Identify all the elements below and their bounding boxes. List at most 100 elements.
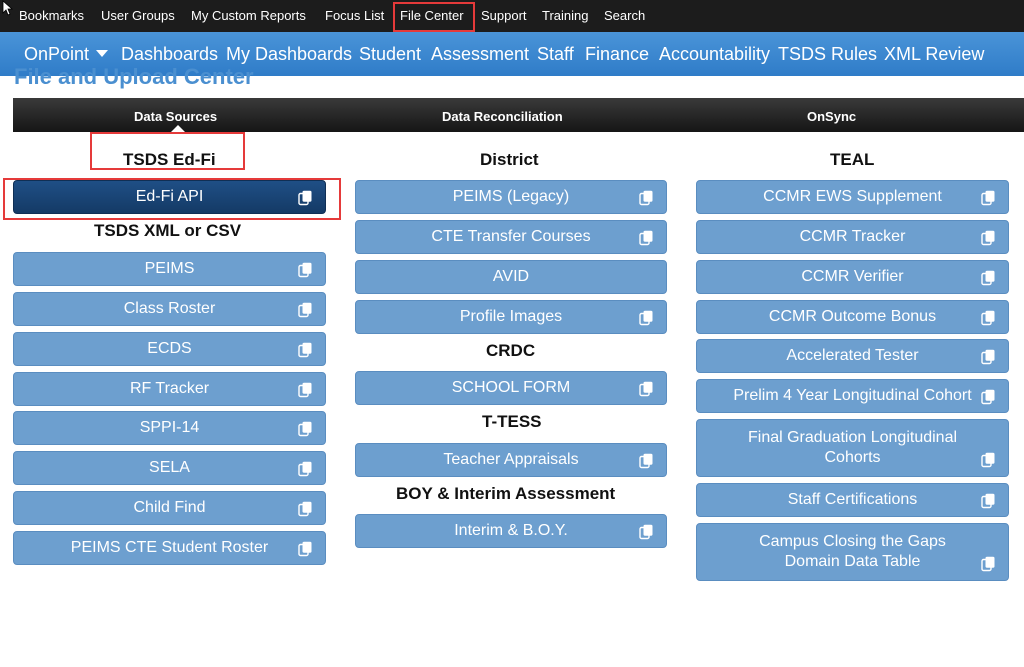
sppi-14-button[interactable]: SPPI-14 [13,411,326,445]
copy-icon [981,270,995,286]
nav-onpoint[interactable]: OnPoint [24,44,89,65]
tsds-edfi-highlight [90,132,245,170]
heading-boy-interim: BOY & Interim Assessment [396,484,616,503]
copy-icon [298,382,312,398]
button-label: Child Find [133,499,206,516]
copy-icon [298,302,312,318]
menu-my-custom-reports[interactable]: My Custom Reports [191,8,306,23]
button-label: CCMR Tracker [799,228,906,245]
nav-accountability[interactable]: Accountability [659,44,770,65]
menu-user-groups[interactable]: User Groups [101,8,175,23]
teacher-appraisals-button[interactable]: Teacher Appraisals [355,443,667,477]
button-label: CCMR Outcome Bonus [768,308,937,325]
nav-my-dashboards[interactable]: My Dashboards [226,44,352,65]
ccmr-outcome-bonus-button[interactable]: CCMR Outcome Bonus [696,300,1009,334]
copy-icon [639,190,653,206]
copy-icon [981,452,995,468]
peims-legacy-button[interactable]: PEIMS (Legacy) [355,180,667,214]
peims-cte-student-roster-button[interactable]: PEIMS CTE Student Roster [13,531,326,565]
mouse-cursor-icon [2,0,14,16]
button-label: SPPI-14 [139,419,200,436]
button-label: Campus Closing the Gaps Domain Data Tabl… [759,533,946,570]
button-label: CCMR Verifier [801,268,904,285]
button-label: ECDS [147,340,192,357]
copy-icon [981,389,995,405]
peims-button[interactable]: PEIMS [13,252,326,286]
button-label: PEIMS [144,260,195,277]
nav-assessment[interactable]: Assessment [431,44,529,65]
copy-icon [981,190,995,206]
copy-icon [298,461,312,477]
copy-icon [981,349,995,365]
closing-the-gaps-button[interactable]: Campus Closing the Gaps Domain Data Tabl… [696,523,1009,581]
prelim-4-year-cohort-button[interactable]: Prelim 4 Year Longitudinal Cohort [696,379,1009,413]
avid-button[interactable]: AVID [355,260,667,294]
rf-tracker-button[interactable]: RF Tracker [13,372,326,406]
nav-dashboards[interactable]: Dashboards [121,44,218,65]
button-label: PEIMS CTE Student Roster [70,539,269,556]
tab-onsync[interactable]: OnSync [807,109,856,124]
ecds-button[interactable]: ECDS [13,332,326,366]
heading-tsds-xml-csv: TSDS XML or CSV [94,221,242,240]
copy-icon [298,421,312,437]
file-center-highlight [393,2,475,32]
copy-icon [639,524,653,540]
school-form-button[interactable]: SCHOOL FORM [355,371,667,405]
button-label: SCHOOL FORM [451,379,571,396]
tab-strip: Data Sources Data Reconciliation OnSync [13,98,1024,132]
tab-data-reconciliation[interactable]: Data Reconciliation [442,109,563,124]
button-label: CCMR EWS Supplement [763,188,942,205]
button-label: CTE Transfer Courses [431,228,591,245]
heading-teal: TEAL [830,150,875,169]
heading-t-tess: T-TESS [482,412,542,431]
profile-images-button[interactable]: Profile Images [355,300,667,334]
nav-tsds-rules[interactable]: TSDS Rules [778,44,877,65]
cte-transfer-courses-button[interactable]: CTE Transfer Courses [355,220,667,254]
button-label: PEIMS (Legacy) [452,188,570,205]
copy-icon [639,230,653,246]
chevron-down-icon[interactable] [96,50,108,57]
menu-focus-list[interactable]: Focus List [325,8,384,23]
button-label: Staff Certifications [787,491,918,508]
accelerated-tester-button[interactable]: Accelerated Tester [696,339,1009,373]
final-graduation-cohorts-button[interactable]: Final Graduation Longitudinal Cohorts [696,419,1009,477]
sela-button[interactable]: SELA [13,451,326,485]
button-label: Profile Images [459,308,563,325]
copy-icon [639,310,653,326]
copy-icon [639,381,653,397]
active-tab-pointer [171,125,185,132]
copy-icon [298,342,312,358]
ccmr-tracker-button[interactable]: CCMR Tracker [696,220,1009,254]
tab-data-sources[interactable]: Data Sources [134,109,217,124]
staff-certifications-button[interactable]: Staff Certifications [696,483,1009,517]
class-roster-button[interactable]: Class Roster [13,292,326,326]
button-label: SELA [149,459,190,476]
nav-student[interactable]: Student [359,44,421,65]
button-label: Class Roster [123,300,216,317]
button-label: Interim & B.O.Y. [454,522,568,539]
menu-training[interactable]: Training [542,8,588,23]
copy-icon [298,541,312,557]
button-label: AVID [492,268,530,285]
nav-xml-review[interactable]: XML Review [884,44,984,65]
menu-bookmarks[interactable]: Bookmarks [19,8,84,23]
button-label: Prelim 4 Year Longitudinal Cohort [733,387,972,404]
ccmr-ews-supplement-button[interactable]: CCMR EWS Supplement [696,180,1009,214]
ccmr-verifier-button[interactable]: CCMR Verifier [696,260,1009,294]
button-label: Teacher Appraisals [443,451,579,468]
nav-staff[interactable]: Staff [537,44,574,65]
copy-icon [981,310,995,326]
top-menu-bar: Bookmarks User Groups My Custom Reports … [0,0,1024,32]
copy-icon [298,262,312,278]
menu-support[interactable]: Support [481,8,527,23]
heading-district: District [480,150,539,169]
page-title: File and Upload Center [14,64,254,89]
menu-search[interactable]: Search [604,8,645,23]
button-label: RF Tracker [129,380,210,397]
copy-icon [639,453,653,469]
child-find-button[interactable]: Child Find [13,491,326,525]
copy-icon [981,230,995,246]
nav-finance[interactable]: Finance [585,44,649,65]
interim-boy-button[interactable]: Interim & B.O.Y. [355,514,667,548]
heading-crdc: CRDC [486,341,536,360]
